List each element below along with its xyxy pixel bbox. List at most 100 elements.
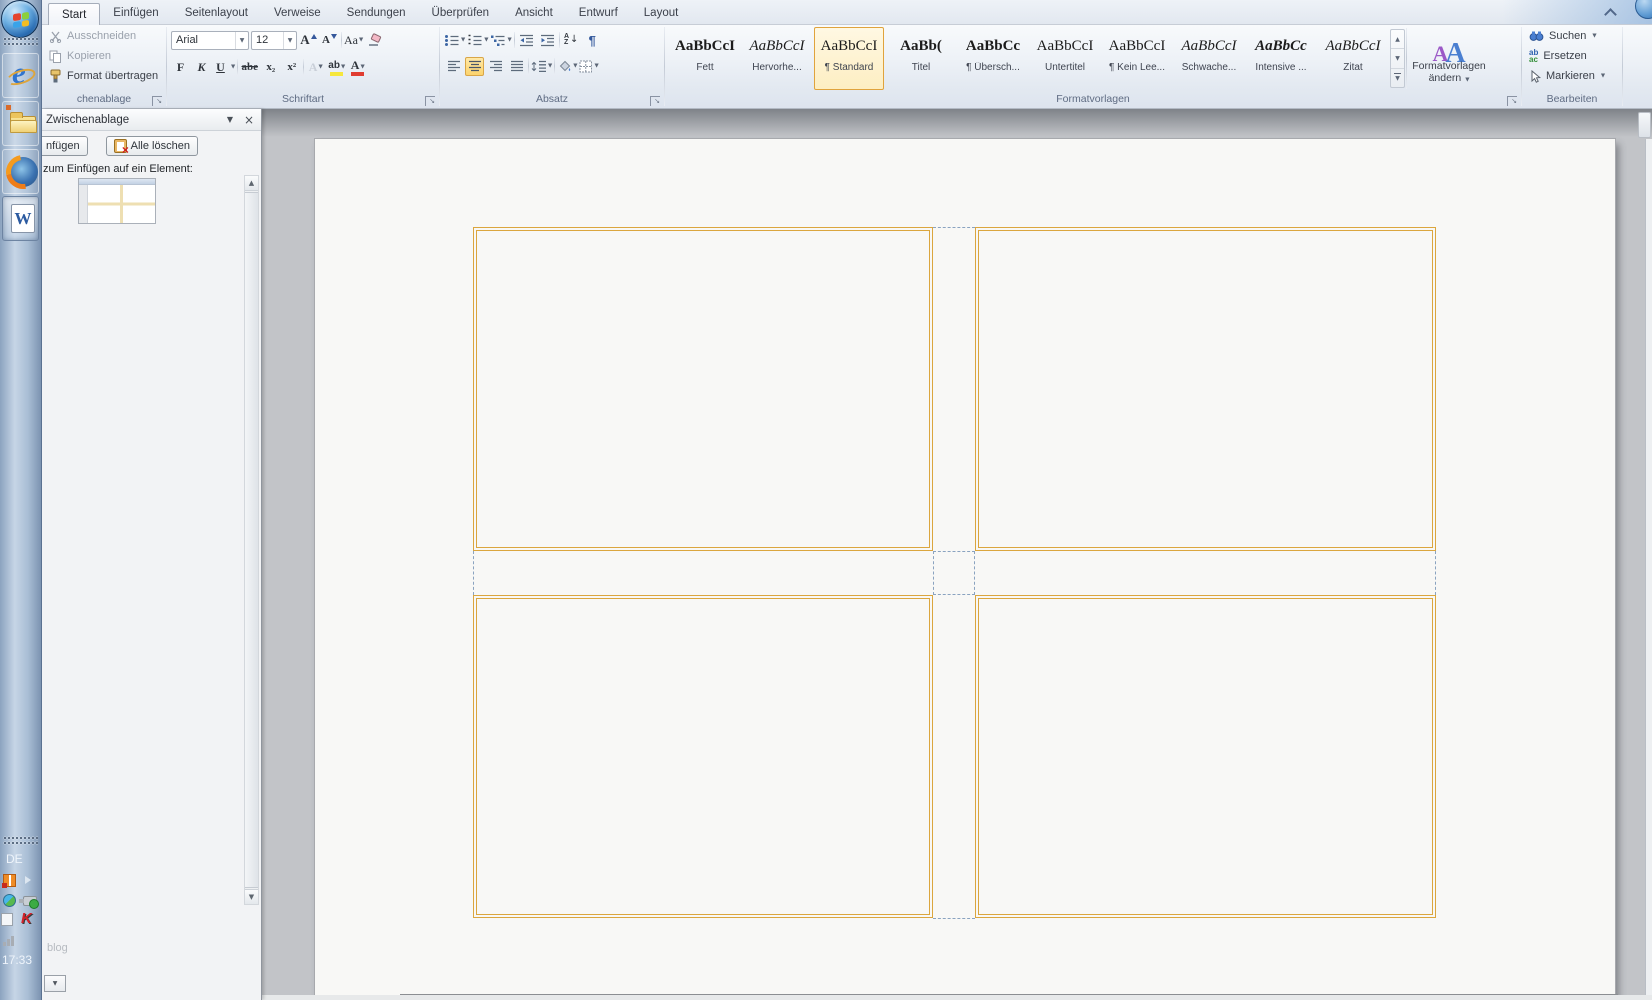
underline-button[interactable]: U bbox=[213, 58, 228, 77]
label-cell-top-left[interactable] bbox=[473, 227, 933, 551]
label-cell-top-right[interactable] bbox=[975, 227, 1436, 551]
scroll-down-icon[interactable]: ▼ bbox=[245, 889, 258, 904]
dialog-launcher-icon[interactable] bbox=[650, 96, 660, 106]
select-button[interactable]: Markieren ▼ bbox=[1526, 66, 1618, 86]
scroll-up-icon[interactable]: ▲ bbox=[245, 176, 258, 191]
document-page[interactable] bbox=[315, 139, 1615, 1000]
shading-button[interactable]: ▼ bbox=[557, 57, 577, 76]
style-intensive-hervorhebung[interactable]: AaBbCc Intensive ... bbox=[1246, 27, 1316, 90]
ruler-toggle-button[interactable] bbox=[1638, 112, 1651, 138]
divider bbox=[341, 32, 342, 48]
justify-button[interactable] bbox=[507, 57, 526, 76]
subscript-button[interactable]: x₂ bbox=[261, 58, 280, 77]
highlight-color-button[interactable]: ab ▼ bbox=[327, 58, 346, 77]
dialog-launcher-icon[interactable] bbox=[425, 96, 435, 106]
numbering-button[interactable]: ▼ bbox=[467, 31, 488, 50]
font-color-button[interactable]: A ▼ bbox=[348, 58, 367, 77]
gallery-more-icon[interactable]: ▼ bbox=[1391, 69, 1404, 87]
taskbar-item-word[interactable]: W bbox=[2, 196, 39, 241]
label-cell-bottom-left[interactable] bbox=[473, 595, 933, 918]
font-size-combo[interactable]: 12 ▼ bbox=[251, 31, 297, 50]
style-standard[interactable]: AaBbCcI ¶ Standard bbox=[814, 27, 884, 90]
pane-options-dropdown[interactable]: ▼ bbox=[44, 975, 66, 992]
tab-layout[interactable]: Layout bbox=[631, 2, 692, 24]
underline-dropdown-icon[interactable]: ▼ bbox=[231, 64, 235, 70]
sort-button[interactable]: AZ ↓ bbox=[562, 31, 581, 50]
cut-button[interactable]: Ausschneiden bbox=[46, 26, 162, 46]
minimize-ribbon-button[interactable] bbox=[1602, 5, 1618, 19]
dropdown-arrow-icon[interactable]: ▼ bbox=[283, 32, 296, 49]
align-center-button[interactable] bbox=[465, 57, 484, 76]
multilevel-list-button[interactable]: ▼ bbox=[490, 31, 511, 50]
gallery-scroll-up-icon[interactable]: ▲ bbox=[1391, 30, 1404, 49]
dialog-launcher-icon[interactable] bbox=[152, 96, 162, 106]
vertical-scrollbar[interactable] bbox=[1645, 139, 1652, 1000]
borders-button[interactable]: ▼ bbox=[579, 57, 598, 76]
font-name-combo[interactable]: Arial ▼ bbox=[171, 31, 249, 50]
gallery-scroll-down-icon[interactable]: ▼ bbox=[1391, 49, 1404, 68]
label-cell-bottom-right[interactable] bbox=[975, 595, 1436, 918]
tray-usb-icon[interactable] bbox=[23, 896, 37, 906]
copy-button[interactable]: Kopieren bbox=[46, 46, 162, 66]
tab-seitenlayout[interactable]: Seitenlayout bbox=[172, 2, 261, 24]
ribbon-tab-strip: Start Einfügen Seitenlayout Verweise Sen… bbox=[42, 0, 1652, 25]
scrollbar-thumb[interactable] bbox=[245, 192, 258, 888]
style-zitat[interactable]: AaBbCcI Zitat bbox=[1318, 27, 1388, 90]
style-ueberschrift[interactable]: AaBbCc ¶ Übersch... bbox=[958, 27, 1028, 90]
pane-menu-icon[interactable]: ▼ bbox=[222, 112, 238, 128]
change-styles-button[interactable]: A A Formatvorlagen ändern ▼ bbox=[1407, 26, 1491, 91]
change-case-button[interactable]: Aa ▼ bbox=[344, 31, 363, 50]
clear-formatting-button[interactable] bbox=[365, 31, 384, 50]
tray-grip[interactable] bbox=[3, 836, 38, 846]
tray-status-icon[interactable] bbox=[3, 894, 16, 907]
increase-indent-button[interactable] bbox=[538, 31, 557, 50]
dialog-launcher-icon[interactable] bbox=[1507, 96, 1517, 106]
tray-expand-icon[interactable] bbox=[25, 876, 31, 884]
tab-einfuegen[interactable]: Einfügen bbox=[100, 2, 171, 24]
text-effects-button[interactable]: A ▼ bbox=[306, 58, 325, 77]
clipboard-item-thumbnail[interactable] bbox=[78, 178, 156, 224]
bullets-button[interactable]: ▼ bbox=[444, 31, 465, 50]
windows-start-button[interactable] bbox=[1, 0, 39, 38]
tab-sendungen[interactable]: Sendungen bbox=[334, 2, 419, 24]
italic-button[interactable]: K bbox=[192, 58, 211, 77]
style-fett[interactable]: AaBbCcI Fett bbox=[670, 27, 740, 90]
align-left-button[interactable] bbox=[444, 57, 463, 76]
superscript-button[interactable]: x² bbox=[282, 58, 301, 77]
taskbar-item-firefox[interactable] bbox=[2, 149, 39, 194]
tray-app-icon[interactable] bbox=[3, 874, 16, 887]
paste-all-button[interactable]: nfügen bbox=[39, 136, 88, 156]
decrease-indent-button[interactable] bbox=[517, 31, 536, 50]
line-spacing-button[interactable]: ▼ bbox=[531, 57, 552, 76]
pane-close-icon[interactable]: × bbox=[241, 112, 257, 128]
format-painter-button[interactable]: Format übertragen bbox=[46, 66, 162, 86]
tab-ueberpruefen[interactable]: Überprüfen bbox=[419, 2, 503, 24]
dropdown-arrow-icon[interactable]: ▼ bbox=[235, 32, 248, 49]
tray-document-icon[interactable] bbox=[1, 913, 13, 926]
shrink-font-button[interactable]: A bbox=[320, 31, 339, 50]
find-button[interactable]: Suchen ▼ bbox=[1526, 26, 1618, 46]
strikethrough-button[interactable]: abe bbox=[240, 58, 259, 77]
tab-entwurf[interactable]: Entwurf bbox=[566, 2, 631, 24]
show-marks-button[interactable]: ¶ bbox=[583, 31, 602, 50]
taskbar-item-explorer[interactable] bbox=[2, 101, 39, 146]
style-titel[interactable]: AaBb( Titel bbox=[886, 27, 956, 90]
taskbar-item-internet-explorer[interactable]: e bbox=[2, 53, 39, 98]
taskbar-grip[interactable] bbox=[3, 37, 38, 47]
style-schwache-hervorhebung[interactable]: AaBbCcI Schwache... bbox=[1174, 27, 1244, 90]
align-right-button[interactable] bbox=[486, 57, 505, 76]
tray-network-icon[interactable] bbox=[3, 935, 14, 946]
style-hervorhebung[interactable]: AaBbCcI Hervorhe... bbox=[742, 27, 812, 90]
style-kein-leerraum[interactable]: AaBbCcI ¶ Kein Lee... bbox=[1102, 27, 1172, 90]
grow-font-button[interactable]: A bbox=[299, 31, 318, 50]
language-indicator[interactable]: DE bbox=[6, 852, 23, 866]
tab-start[interactable]: Start bbox=[48, 3, 100, 25]
pane-scrollbar[interactable]: ▲ ▼ bbox=[244, 175, 259, 905]
bold-button[interactable]: F bbox=[171, 58, 190, 77]
clear-all-button[interactable]: Alle löschen bbox=[106, 136, 198, 156]
style-untertitel[interactable]: AaBbCcI Untertitel bbox=[1030, 27, 1100, 90]
tray-kaspersky-icon[interactable]: K bbox=[21, 910, 32, 927]
replace-button[interactable]: ab ac Ersetzen bbox=[1526, 46, 1618, 66]
tab-verweise[interactable]: Verweise bbox=[261, 2, 334, 24]
tab-ansicht[interactable]: Ansicht bbox=[502, 2, 566, 24]
